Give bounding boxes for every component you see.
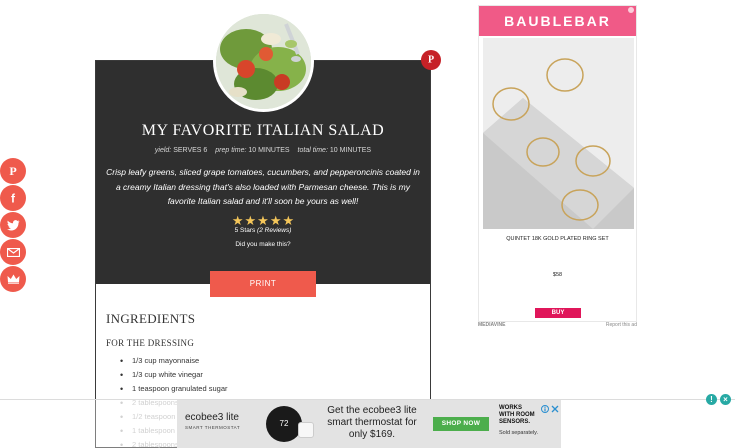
total-time-value: 10 MINUTES <box>329 147 372 154</box>
banner-dismiss-icon[interactable]: × <box>720 394 731 405</box>
banner-right-line: SENSORS. <box>499 419 531 425</box>
bottom-banner-ad[interactable]: ecobee3 lite SMART THERMOSTAT 72 Get the… <box>177 400 561 448</box>
banner-close-icon[interactable] <box>551 400 560 413</box>
star-icon[interactable]: ★ <box>257 213 269 228</box>
ingredient-item: 1/3 cup white vinegar <box>120 368 420 382</box>
facebook-share-button[interactable]: f <box>0 185 26 211</box>
ad-buy-button[interactable]: BUY <box>535 308 581 318</box>
banner-right-line: WITH ROOM <box>499 412 535 418</box>
recipe-title: MY FAVORITE ITALIAN SALAD <box>141 122 385 139</box>
email-icon <box>6 247 20 257</box>
star-icon[interactable]: ★ <box>232 213 244 228</box>
social-share-bar: P f <box>0 158 26 293</box>
prep-time-label: prep time: <box>215 147 247 154</box>
pinterest-icon: P <box>7 165 19 177</box>
ad-product-image[interactable] <box>483 38 634 229</box>
salad-image <box>216 14 311 109</box>
yield-value: SERVES 6 <box>173 147 208 154</box>
ad-product-price: $58 <box>552 272 563 278</box>
yield-label: yield: <box>154 147 172 154</box>
pinterest-icon: P <box>426 51 436 69</box>
did-you-make-this: Did you make this? <box>235 241 291 248</box>
banner-headline-line: only $169. <box>348 429 396 440</box>
email-share-button[interactable] <box>0 239 26 265</box>
recipe-meta: yield: SERVES 6 prep time: 10 MINUTES to… <box>96 147 430 154</box>
recipe-photo <box>213 11 314 112</box>
recipe-card: MY FAVORITE ITALIAN SALAD yield: SERVES … <box>95 60 431 448</box>
banner-headline[interactable]: Get the ecobee3 lite smart thermostat fo… <box>317 405 427 441</box>
banner-info-icon[interactable]: ! <box>706 394 717 405</box>
thermostat-image: 72 <box>266 406 302 442</box>
prep-time-value: 10 MINUTES <box>248 147 290 154</box>
banner-brand-sub: SMART THERMOSTAT <box>185 425 241 430</box>
banner-sold-separately: Sold separately. <box>499 430 539 436</box>
banner-brand[interactable]: ecobee3 lite SMART THERMOSTAT <box>185 412 240 430</box>
star-icon[interactable]: ★ <box>282 213 294 228</box>
ingredient-item: 1/3 cup mayonnaise <box>120 354 420 368</box>
thermostat-reading: 72 <box>279 419 289 428</box>
crown-icon <box>7 274 20 284</box>
twitter-icon <box>6 219 20 231</box>
ad-product-title[interactable]: QUINTET 18K GOLD PLATED RING SET <box>479 236 636 242</box>
ad-footer: MEDIAVINE Report this ad <box>478 322 637 330</box>
ad-network-label: MEDIAVINE <box>478 322 506 328</box>
pinterest-pin-button[interactable]: P <box>421 50 441 70</box>
star-icon[interactable]: ★ <box>245 213 257 228</box>
twitter-share-button[interactable] <box>0 212 26 238</box>
banner-brand-name: ecobee3 lite <box>185 412 239 423</box>
ad-info-icon[interactable] <box>628 7 634 13</box>
sidebar-ad[interactable]: BAUBLEBAR QUINTET 18K GOLD PLATED RING S… <box>478 5 637 322</box>
ingredient-item: 1 teaspoon granulated sugar <box>120 382 420 396</box>
star-icon[interactable]: ★ <box>270 213 282 228</box>
dressing-heading: FOR THE DRESSING <box>106 338 195 348</box>
shop-now-button[interactable]: SHOP NOW <box>433 417 489 431</box>
banner-headline-line: Get the ecobee3 lite <box>327 405 417 416</box>
svg-text:f: f <box>11 192 16 204</box>
pinterest-share-button[interactable]: P <box>0 158 26 184</box>
yummly-share-button[interactable] <box>0 266 26 292</box>
svg-text:P: P <box>428 55 434 65</box>
room-sensor-image <box>298 422 314 438</box>
ingredients-heading: INGREDIENTS <box>106 311 196 326</box>
rating-summary: 5 Stars (2 Reviews) <box>96 227 430 234</box>
total-time-label: total time: <box>297 147 328 154</box>
ad-brand-logo[interactable]: BAUBLEBAR <box>479 6 636 36</box>
report-ad-link[interactable]: Report this ad <box>606 322 637 328</box>
facebook-icon: f <box>7 192 19 204</box>
rating-reviews: (2 Reviews) <box>257 227 292 234</box>
print-button[interactable]: PRINT <box>210 271 316 297</box>
adchoices-icon[interactable] <box>541 400 550 413</box>
recipe-description: Crisp leafy greens, sliced grape tomatoe… <box>106 167 420 206</box>
banner-headline-line: smart thermostat for <box>327 417 417 428</box>
svg-text:P: P <box>9 165 16 177</box>
rating-text: 5 Stars <box>234 227 256 234</box>
